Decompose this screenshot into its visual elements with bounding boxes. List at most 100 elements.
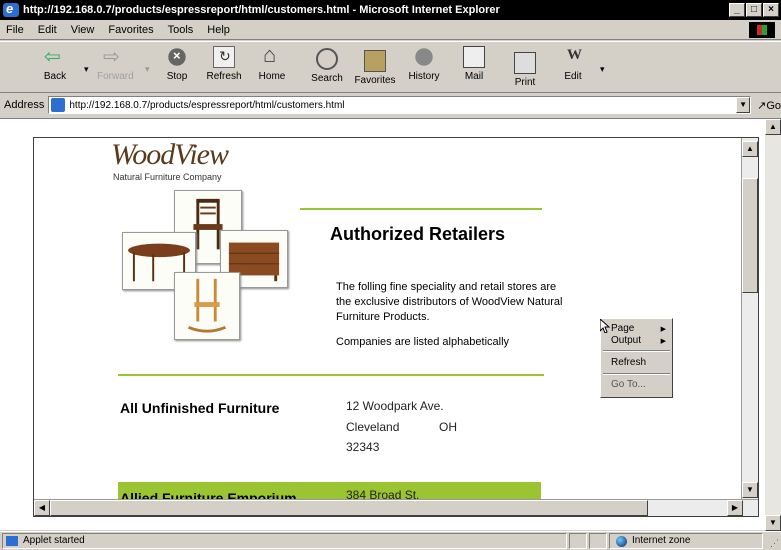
logo-tagline: Natural Furniture Company xyxy=(113,172,222,182)
go-button[interactable]: ↗Go xyxy=(757,99,781,112)
print-label: Print xyxy=(514,77,536,88)
refresh-button[interactable]: Refresh xyxy=(204,46,244,90)
back-arrow-icon xyxy=(44,44,66,69)
menu-view[interactable]: View xyxy=(71,24,95,36)
maximize-button[interactable]: □ xyxy=(746,3,762,17)
stop-button[interactable]: Stop xyxy=(163,46,191,90)
windows-logo-icon xyxy=(749,22,775,38)
edit-label: Edit xyxy=(564,71,582,82)
context-menu: Page ▶ Output ▶ Refresh Go To... xyxy=(600,318,673,398)
home-button[interactable]: Home xyxy=(256,42,288,90)
go-label: Go xyxy=(766,99,781,112)
refresh-label: Refresh xyxy=(206,71,242,82)
ie-icon xyxy=(3,1,19,17)
print-button[interactable]: Print xyxy=(512,46,538,90)
mail-label: Mail xyxy=(464,71,484,82)
furniture-collage xyxy=(122,190,292,340)
logo-name: WoodView xyxy=(111,138,229,171)
toolbar: Back ▾ Forward ▾ Stop Refresh Home Searc… xyxy=(0,41,781,93)
address-label: Address xyxy=(4,99,45,111)
history-icon xyxy=(413,46,435,68)
search-icon xyxy=(316,48,338,70)
stop-label: Stop xyxy=(166,71,188,82)
favorites-folder-icon xyxy=(364,50,386,72)
applet-hscroll-thumb[interactable] xyxy=(50,500,648,516)
status-text: Applet started xyxy=(23,535,85,546)
title-bar: http://192.168.0.7/products/espressrepor… xyxy=(0,0,781,20)
menu-file[interactable]: File xyxy=(6,24,24,36)
menu-edit[interactable]: Edit xyxy=(38,24,57,36)
history-label: History xyxy=(408,71,440,82)
menu-separator xyxy=(603,350,670,352)
minimize-button[interactable]: _ xyxy=(729,3,745,17)
retailer-zip: 32343 xyxy=(346,440,380,454)
forward-label: Forward xyxy=(97,71,134,82)
context-menu-goto[interactable]: Go To... xyxy=(611,379,646,390)
submenu-arrow-icon: ▶ xyxy=(660,326,666,333)
report-note: Companies are listed alphabetically xyxy=(336,336,510,348)
close-button[interactable]: × xyxy=(763,3,779,17)
page-icon xyxy=(51,98,66,112)
context-menu-page[interactable]: Page xyxy=(611,323,634,334)
resize-grip-icon[interactable]: ⋰ xyxy=(770,538,779,549)
history-button[interactable]: History xyxy=(406,46,442,90)
applet-vertical-scrollbar[interactable]: ▲ ▼ xyxy=(741,138,758,500)
page-viewport: WoodView Natural Furniture Company Autho… xyxy=(0,118,781,531)
applet-status-icon xyxy=(6,536,18,546)
context-menu-output[interactable]: Output xyxy=(611,335,641,346)
mouse-cursor-icon xyxy=(600,319,610,333)
refresh-icon xyxy=(213,46,235,68)
scroll-right-icon[interactable]: ▶ xyxy=(727,500,743,516)
forward-button[interactable]: Forward xyxy=(97,44,134,90)
applet-vscroll-thumb[interactable] xyxy=(742,178,758,293)
rocker-photo xyxy=(174,272,240,340)
scroll-up-icon[interactable]: ▲ xyxy=(765,119,781,135)
retailer-name: All Unfinished Furniture xyxy=(120,400,280,416)
edit-button[interactable]: Edit xyxy=(560,46,586,90)
go-arrow-icon: ↗ xyxy=(757,99,767,112)
menu-favorites[interactable]: Favorites xyxy=(108,24,153,36)
menu-help[interactable]: Help xyxy=(207,24,230,36)
applet-horizontal-scrollbar[interactable]: ◀ ▶ xyxy=(34,499,758,516)
zone-text: Internet zone xyxy=(632,535,691,546)
back-button[interactable]: Back xyxy=(40,44,70,90)
context-menu-refresh[interactable]: Refresh xyxy=(611,357,646,368)
submenu-arrow-icon: ▶ xyxy=(660,338,666,345)
address-dropdown-icon[interactable]: ▼ xyxy=(736,97,751,113)
retailer-city: Cleveland xyxy=(346,420,400,434)
title-rule-top xyxy=(300,208,542,210)
stop-icon xyxy=(166,46,188,68)
status-panel xyxy=(569,533,587,549)
window-title: http://192.168.0.7/products/espressrepor… xyxy=(23,4,500,16)
search-button[interactable]: Search xyxy=(309,46,345,90)
woodview-logo: WoodView Natural Furniture Company xyxy=(111,138,229,182)
printer-icon xyxy=(514,52,536,74)
forward-dropdown-icon[interactable]: ▾ xyxy=(145,64,150,75)
report-applet: WoodView Natural Furniture Company Autho… xyxy=(33,137,759,517)
menu-tools[interactable]: Tools xyxy=(168,24,194,36)
mail-button[interactable]: Mail xyxy=(461,46,487,90)
address-input[interactable]: http://192.168.0.7/products/espressrepor… xyxy=(48,96,752,114)
status-message-panel: Applet started xyxy=(2,533,567,549)
address-bar: Address http://192.168.0.7/products/espr… xyxy=(0,94,781,116)
status-bar: Applet started Internet zone ⋰ xyxy=(0,531,781,550)
back-label: Back xyxy=(43,71,67,82)
menu-bar: File Edit View Favorites Tools Help xyxy=(0,20,781,40)
home-label: Home xyxy=(258,71,286,82)
home-icon xyxy=(261,42,283,68)
scroll-up-icon[interactable]: ▲ xyxy=(742,141,758,157)
scroll-down-icon[interactable]: ▼ xyxy=(765,515,781,531)
forward-arrow-icon xyxy=(103,44,125,69)
favorites-button[interactable]: Favorites xyxy=(352,46,398,90)
back-dropdown-icon[interactable]: ▾ xyxy=(84,64,89,75)
favorites-label: Favorites xyxy=(354,75,396,86)
edit-dropdown-icon[interactable]: ▾ xyxy=(600,64,605,75)
scroll-down-icon[interactable]: ▼ xyxy=(742,482,758,498)
report-title: Authorized Retailers xyxy=(330,224,506,244)
security-zone-panel: Internet zone xyxy=(609,533,763,549)
globe-icon xyxy=(616,536,627,547)
scroll-left-icon[interactable]: ◀ xyxy=(34,500,50,516)
page-vertical-scrollbar[interactable]: ▲ ▼ xyxy=(765,119,781,531)
retailer-state: OH xyxy=(439,420,457,434)
section-rule xyxy=(118,374,544,376)
